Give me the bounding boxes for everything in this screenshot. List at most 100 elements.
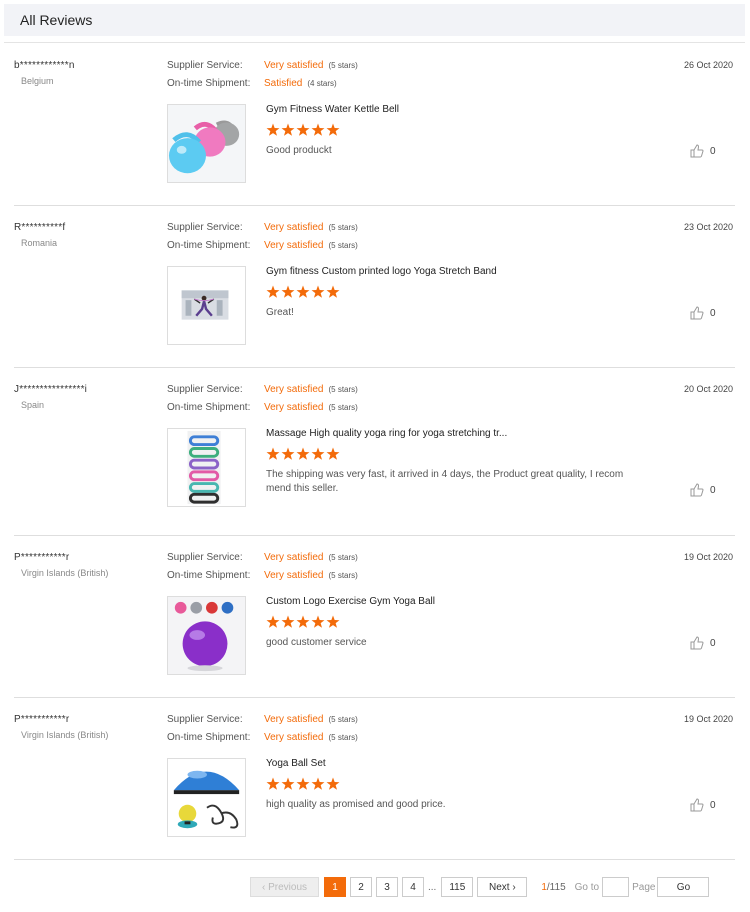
reviewer-country: Spain bbox=[21, 400, 45, 410]
page-button-1[interactable]: 1 bbox=[324, 877, 346, 897]
shipment-stars: (5 stars) bbox=[328, 241, 358, 250]
product-title[interactable]: Yoga Ball Set bbox=[266, 758, 326, 769]
shipment-value: Very satisfied bbox=[264, 240, 324, 251]
yoga-ball-set-product-image[interactable] bbox=[167, 758, 246, 837]
thumbs-up-icon bbox=[690, 483, 704, 497]
goto-label: Go to bbox=[574, 881, 600, 893]
star-rating-icon bbox=[266, 615, 340, 628]
star-rating-icon bbox=[266, 123, 340, 136]
reviewer-country: Romania bbox=[21, 238, 58, 248]
supplier-service-stars: (5 stars) bbox=[328, 715, 358, 724]
reviews-header: All Reviews bbox=[4, 4, 745, 36]
like-count: 0 bbox=[710, 484, 716, 496]
yoga-ball-product-image[interactable] bbox=[167, 596, 246, 675]
supplier-service-value: Very satisfied bbox=[264, 552, 324, 563]
previous-page-button[interactable]: ‹ Previous bbox=[250, 877, 319, 897]
shipment-rating: On-time Shipment: Very satisfied (5 stars) bbox=[167, 240, 358, 251]
supplier-service-label: Supplier Service: bbox=[167, 384, 243, 395]
yoga-band-product-image[interactable] bbox=[167, 266, 246, 345]
total-pages: /115 bbox=[546, 881, 566, 893]
like-button[interactable]: 0 bbox=[690, 636, 716, 650]
rating-stars bbox=[266, 615, 340, 629]
page-title: All Reviews bbox=[20, 12, 93, 28]
review-date: 26 Oct 2020 bbox=[683, 60, 733, 70]
review-date: 19 Oct 2020 bbox=[683, 552, 733, 562]
supplier-service-stars: (5 stars) bbox=[328, 61, 358, 70]
rating-stars bbox=[266, 777, 340, 791]
thumbs-up-icon bbox=[690, 798, 704, 812]
previous-label: Previous bbox=[268, 881, 307, 893]
like-count: 0 bbox=[710, 637, 716, 649]
supplier-service-stars: (5 stars) bbox=[328, 223, 358, 232]
shipment-stars: (5 stars) bbox=[328, 571, 358, 580]
supplier-service-stars: (5 stars) bbox=[328, 385, 358, 394]
review-item: R**********f Romania 23 Oct 2020 Supplie… bbox=[14, 206, 735, 368]
like-button[interactable]: 0 bbox=[690, 798, 716, 812]
supplier-service-value: Very satisfied bbox=[264, 222, 324, 233]
reviewer-name: R**********f bbox=[14, 222, 66, 233]
page-button-3[interactable]: 3 bbox=[376, 877, 398, 897]
shipment-rating: On-time Shipment: Very satisfied (5 stars) bbox=[167, 402, 358, 413]
supplier-service-label: Supplier Service: bbox=[167, 552, 243, 563]
reviewer-country: Belgium bbox=[21, 76, 54, 86]
shipment-label: On-time Shipment: bbox=[167, 570, 251, 581]
shipment-value: Satisfied bbox=[264, 78, 303, 89]
supplier-service-label: Supplier Service: bbox=[167, 714, 243, 725]
thumbs-up-icon bbox=[690, 144, 704, 158]
page-button-last[interactable]: 115 bbox=[441, 877, 474, 897]
supplier-service-label: Supplier Service: bbox=[167, 222, 243, 233]
star-rating-icon bbox=[266, 285, 340, 298]
shipment-value: Very satisfied bbox=[264, 732, 324, 743]
review-item: P***********r Virgin Islands (British) 1… bbox=[14, 536, 735, 698]
star-rating-icon bbox=[266, 777, 340, 790]
yoga-ring-product-image[interactable] bbox=[167, 428, 246, 507]
review-item: b************n Belgium 26 Oct 2020 Suppl… bbox=[14, 44, 735, 206]
review-date: 19 Oct 2020 bbox=[683, 714, 733, 724]
reviewer-name: P***********r bbox=[14, 552, 70, 563]
rating-stars bbox=[266, 447, 340, 461]
shipment-value: Very satisfied bbox=[264, 570, 324, 581]
supplier-service-value: Very satisfied bbox=[264, 714, 324, 725]
shipment-stars: (5 stars) bbox=[328, 733, 358, 742]
page-label: Page bbox=[632, 881, 656, 893]
product-title[interactable]: Massage High quality yoga ring for yoga … bbox=[266, 428, 507, 439]
page-button-4[interactable]: 4 bbox=[402, 877, 424, 897]
shipment-label: On-time Shipment: bbox=[167, 78, 251, 89]
like-count: 0 bbox=[710, 307, 716, 319]
reviewer-name: J****************i bbox=[14, 384, 88, 395]
review-comment: Great! bbox=[266, 307, 294, 318]
product-title[interactable]: Custom Logo Exercise Gym Yoga Ball bbox=[266, 596, 435, 607]
shipment-rating: On-time Shipment: Satisfied (4 stars) bbox=[167, 78, 337, 89]
supplier-service-rating: Supplier Service: Very satisfied (5 stars) bbox=[167, 222, 358, 233]
product-title[interactable]: Gym fitness Custom printed logo Yoga Str… bbox=[266, 266, 497, 277]
goto-page-input[interactable] bbox=[602, 877, 630, 897]
like-button[interactable]: 0 bbox=[690, 144, 716, 158]
like-button[interactable]: 0 bbox=[690, 483, 716, 497]
reviewer-country: Virgin Islands (British) bbox=[21, 568, 109, 578]
supplier-service-label: Supplier Service: bbox=[167, 60, 243, 71]
shipment-stars: (5 stars) bbox=[328, 403, 358, 412]
like-button[interactable]: 0 bbox=[690, 306, 716, 320]
shipment-value: Very satisfied bbox=[264, 402, 324, 413]
thumbs-up-icon bbox=[690, 636, 704, 650]
kettlebell-product-image[interactable] bbox=[167, 104, 246, 183]
shipment-rating: On-time Shipment: Very satisfied (5 stars) bbox=[167, 570, 358, 581]
star-rating-icon bbox=[266, 447, 340, 460]
review-date: 20 Oct 2020 bbox=[683, 384, 733, 394]
like-count: 0 bbox=[710, 799, 716, 811]
chevron-right-icon: › bbox=[509, 881, 516, 893]
shipment-stars: (4 stars) bbox=[307, 79, 337, 88]
product-title[interactable]: Gym Fitness Water Kettle Bell bbox=[266, 104, 399, 115]
thumbs-up-icon bbox=[690, 306, 704, 320]
shipment-label: On-time Shipment: bbox=[167, 402, 251, 413]
next-page-button[interactable]: Next › bbox=[477, 877, 528, 897]
like-count: 0 bbox=[710, 145, 716, 157]
page-indicator: 1/115 bbox=[541, 882, 565, 893]
page-button-2[interactable]: 2 bbox=[350, 877, 372, 897]
go-button[interactable]: Go bbox=[657, 877, 710, 897]
next-label: Next bbox=[489, 881, 510, 893]
review-comment: high quality as promised and good price. bbox=[266, 799, 446, 810]
supplier-service-rating: Supplier Service: Very satisfied (5 stars) bbox=[167, 552, 358, 563]
reviewer-name: b************n bbox=[14, 60, 75, 71]
review-comment: good customer service bbox=[266, 637, 367, 648]
